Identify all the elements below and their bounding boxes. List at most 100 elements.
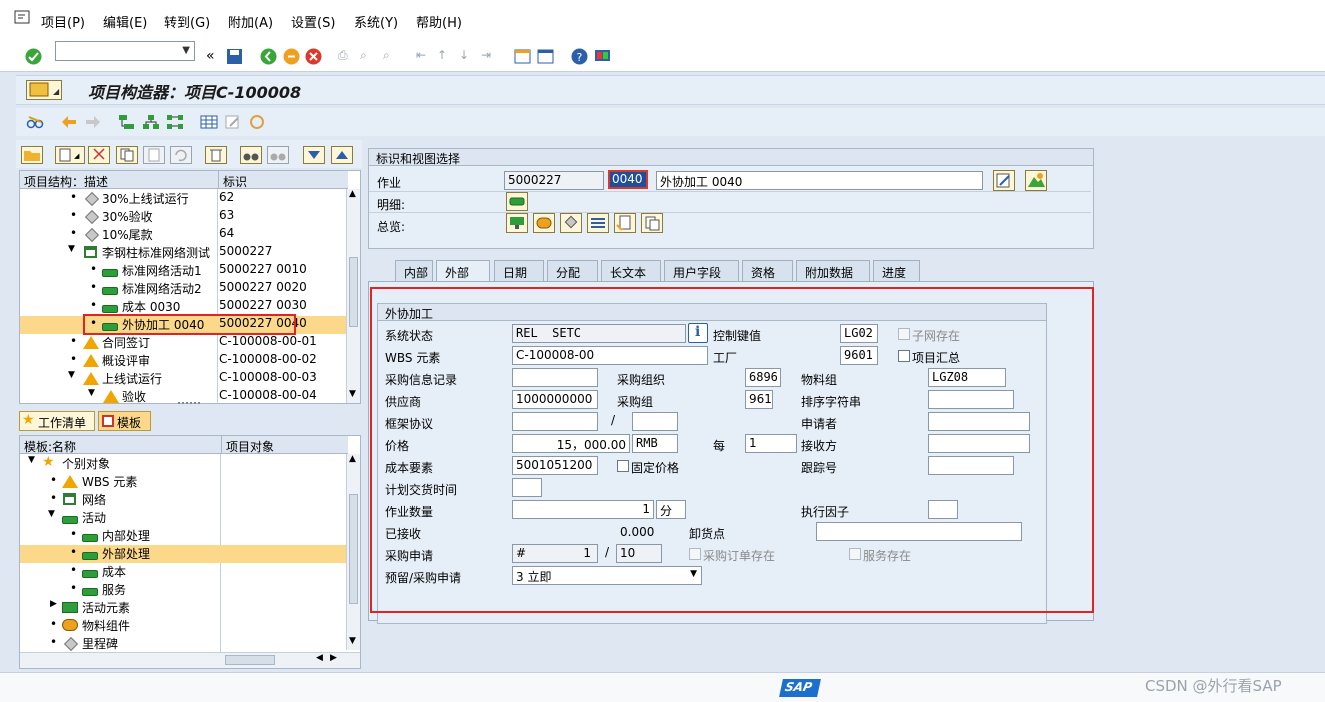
network-field[interactable]: 5000227 <box>504 171 604 190</box>
activity-detail-icon[interactable] <box>506 192 528 211</box>
tree-row[interactable]: • 30%上线试运行 62 <box>20 190 348 208</box>
undo-icon[interactable] <box>170 146 192 164</box>
expand-down-icon[interactable]: ▼ <box>88 388 95 398</box>
tab-long-text[interactable]: 长文本 <box>601 260 661 281</box>
save-icon[interactable] <box>226 48 243 65</box>
overview-milestone-icon[interactable] <box>560 213 582 233</box>
prev-page-icon[interactable]: ↑ <box>437 48 454 65</box>
next-page-icon[interactable]: ↓ <box>459 48 476 65</box>
delete-icon[interactable] <box>205 146 227 164</box>
customize-layout-icon[interactable] <box>594 48 611 65</box>
tree-row[interactable]: ▼ 验收 C-100008-00-04 <box>20 388 348 403</box>
edit-document-icon[interactable] <box>224 114 242 130</box>
overview-component-icon[interactable] <box>533 213 555 233</box>
template-header-object[interactable]: 项目对象 <box>221 436 348 454</box>
cut-icon[interactable] <box>88 146 110 164</box>
back-icon[interactable] <box>260 48 277 65</box>
template-header-name[interactable]: 模板:名称 <box>20 436 221 454</box>
first-page-icon[interactable]: ⇤ <box>416 48 433 65</box>
chevron-double-left-icon[interactable]: « <box>206 48 223 65</box>
command-field[interactable]: ▼ <box>55 41 195 61</box>
expand-down-icon[interactable]: ▼ <box>48 509 55 519</box>
template-row[interactable]: • 里程碑 <box>20 635 348 653</box>
find-binoculars-icon[interactable] <box>240 146 262 164</box>
exit-icon[interactable] <box>283 48 300 65</box>
menu-project[interactable]: 项目(P) <box>41 12 85 31</box>
tree-row[interactable]: ▼ 上线试运行 C-100008-00-03 <box>20 370 348 388</box>
tree-row[interactable]: • 30%验收 63 <box>20 208 348 226</box>
next-object-icon[interactable] <box>84 114 102 130</box>
template-row[interactable]: ▼ 活动 <box>20 509 348 527</box>
tab-external[interactable]: 外部 <box>436 260 490 282</box>
network-graphic-icon[interactable] <box>166 114 184 130</box>
overview-relationship-icon[interactable] <box>587 213 609 233</box>
scroll-down-icon[interactable]: ▼ <box>349 636 356 646</box>
copy-icon[interactable] <box>116 146 138 164</box>
scroll-thumb[interactable] <box>349 257 358 327</box>
tree-row[interactable]: • 概设评审 C-100008-00-02 <box>20 352 348 370</box>
menu-extras[interactable]: 附加(A) <box>228 12 273 31</box>
template-row[interactable]: • 内部处理 <box>20 527 348 545</box>
create-icon[interactable]: ◢ <box>55 146 85 164</box>
splitter-handle[interactable] <box>178 402 200 406</box>
find-next-icon[interactable]: ⌕ <box>383 48 400 65</box>
tree-row[interactable]: ▼ 李钢柱标准网络测试 5000227 <box>20 244 348 262</box>
scroll-down-icon[interactable]: ▼ <box>349 389 356 399</box>
tab-dates[interactable]: 日期 <box>494 260 544 281</box>
new-session-icon[interactable] <box>514 48 531 65</box>
tab-internal[interactable]: 内部 <box>395 260 433 281</box>
edit-glasses-icon[interactable] <box>26 114 44 130</box>
tab-qualification[interactable]: 资格 <box>742 260 793 281</box>
status-graphic-icon[interactable] <box>1025 170 1047 191</box>
expand-right-icon[interactable]: ▶ <box>50 599 57 609</box>
template-row[interactable]: • 网络 <box>20 491 348 509</box>
previous-object-icon[interactable] <box>60 114 78 130</box>
menu-settings[interactable]: 设置(S) <box>291 12 335 31</box>
template-row[interactable]: • 成本 <box>20 563 348 581</box>
structure-icon[interactable] <box>142 114 160 130</box>
help-icon[interactable]: ? <box>571 48 588 65</box>
overview-document-icon[interactable] <box>614 213 636 233</box>
expand-down-icon[interactable]: ▼ <box>28 455 35 465</box>
template-row[interactable]: • 物料组件 <box>20 617 348 635</box>
horizontal-scrollbar[interactable]: ◀ ▶ <box>20 652 360 668</box>
tree-header-id[interactable]: 标识 <box>218 171 348 189</box>
last-page-icon[interactable]: ⇥ <box>481 48 498 65</box>
edit-text-icon[interactable] <box>993 170 1015 191</box>
tab-additional-data[interactable]: 附加数据 <box>796 260 870 281</box>
hierarchy-icon[interactable] <box>118 114 136 130</box>
tab-progress[interactable]: 进度 <box>873 260 920 281</box>
scroll-thumb[interactable] <box>349 494 358 604</box>
template-row[interactable]: ▶ 活动元素 <box>20 599 348 617</box>
tab-template[interactable]: 模板 <box>98 411 151 431</box>
tree-row[interactable]: • 标准网络活动2 5000227 0020 <box>20 280 348 298</box>
scroll-thumb[interactable] <box>225 655 275 665</box>
tab-assignment[interactable]: 分配 <box>547 260 598 281</box>
expand-all-icon[interactable] <box>303 146 325 164</box>
menu-system[interactable]: 系统(Y) <box>354 12 398 31</box>
tree-row[interactable]: • 标准网络活动1 5000227 0010 <box>20 262 348 280</box>
shortcut-icon[interactable] <box>537 48 554 65</box>
tree-scrollbar[interactable]: ▲ ▼ <box>346 189 360 403</box>
screen-menu-icon[interactable]: ◢ <box>26 80 62 100</box>
tab-user-fields[interactable]: 用户字段 <box>664 260 739 281</box>
template-row[interactable]: ▼ ★ 个别对象 <box>20 454 348 473</box>
scroll-up-icon[interactable]: ▲ <box>349 189 356 199</box>
settings-circle-icon[interactable] <box>248 114 266 130</box>
overview-table-icon[interactable] <box>200 114 218 130</box>
find-next-binoculars-icon[interactable] <box>267 146 289 164</box>
tree-header-description[interactable]: 项目结构：描述 <box>20 171 218 189</box>
cancel-icon[interactable] <box>305 48 322 65</box>
find-icon[interactable]: ⌕ <box>360 48 377 65</box>
collapse-all-icon[interactable] <box>331 146 353 164</box>
menu-goto[interactable]: 转到(G) <box>164 12 210 31</box>
enter-check-icon[interactable] <box>25 48 42 65</box>
scroll-right-icon[interactable]: ▶ <box>330 653 337 663</box>
template-scrollbar[interactable]: ▲ ▼ <box>346 454 360 650</box>
print-icon[interactable]: ⎙ <box>338 48 355 65</box>
expand-down-icon[interactable]: ▼ <box>68 244 75 254</box>
menu-edit[interactable]: 编辑(E) <box>103 12 147 31</box>
template-row-selected[interactable]: • 外部处理 <box>20 545 348 563</box>
tree-row[interactable]: • 合同签订 C-100008-00-01 <box>20 334 348 352</box>
system-menu-icon[interactable] <box>14 10 32 26</box>
